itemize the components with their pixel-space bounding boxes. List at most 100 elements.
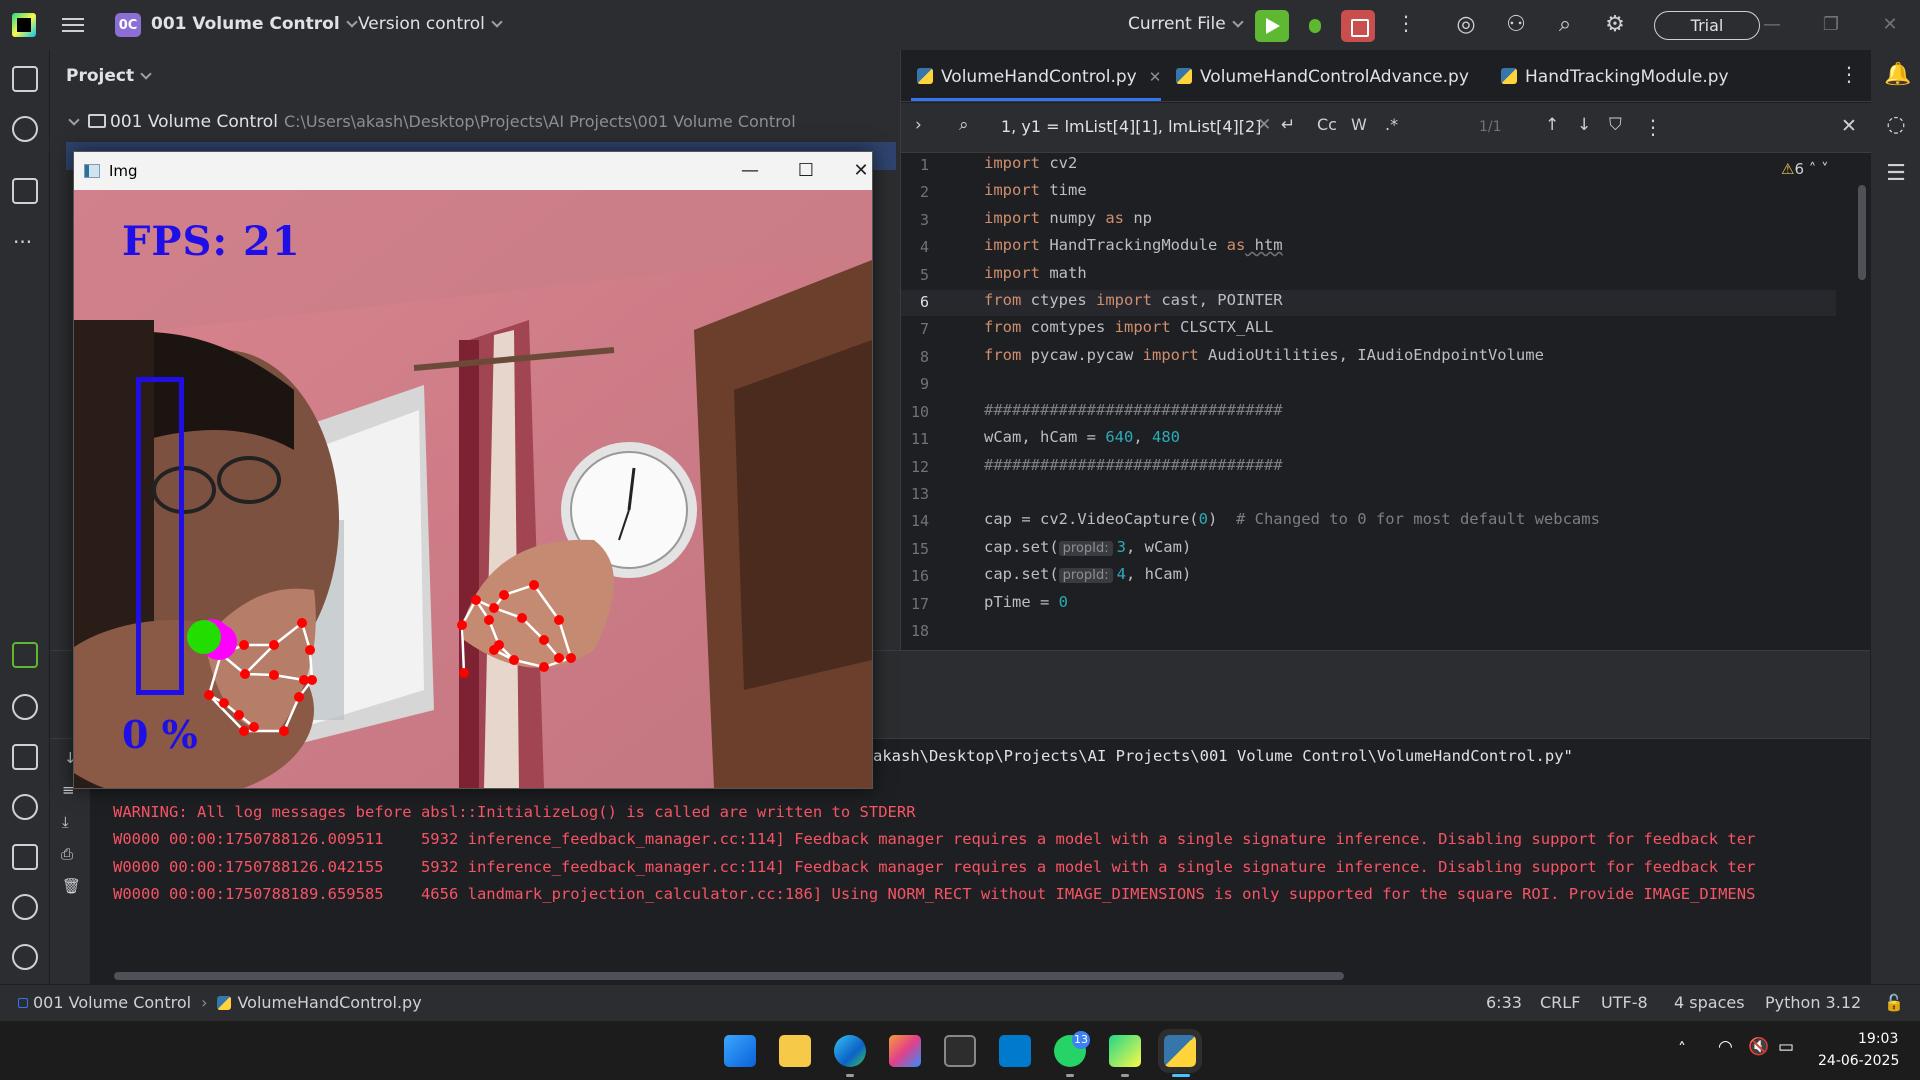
rerun-button[interactable] (1255, 10, 1289, 42)
whole-word-toggle[interactable]: W (1351, 115, 1367, 134)
clock-time[interactable]: 19:03 (1858, 1031, 1898, 1047)
pycharm-taskbar-icon[interactable] (1109, 1035, 1141, 1067)
editor-scrollbar[interactable] (1858, 185, 1866, 280)
run-config-selector[interactable]: Current File (1128, 14, 1244, 34)
trial-button[interactable]: Trial (1654, 11, 1760, 40)
volume-muted-icon[interactable]: 🔇 (1748, 1037, 1769, 1057)
tabs-more-icon[interactable] (1839, 62, 1859, 86)
project-switcher[interactable]: 001 Volume Control (151, 14, 358, 34)
chevron-down-icon (1232, 16, 1244, 28)
copilot-icon[interactable] (889, 1035, 921, 1067)
wifi-icon[interactable]: ◠ (1718, 1037, 1733, 1057)
minimize-icon[interactable]: — (1752, 10, 1792, 40)
vcs-menu[interactable]: Version control (358, 14, 503, 34)
file-explorer-icon[interactable] (779, 1035, 811, 1067)
commit-icon[interactable] (12, 116, 38, 142)
next-match-icon[interactable]: ↓ (1577, 115, 1591, 135)
tab-handtrackingmodule[interactable]: HandTrackingModule.py (1501, 66, 1729, 87)
database-icon[interactable]: ☰ (1884, 162, 1908, 186)
project-folder-icon[interactable] (12, 66, 38, 92)
close-icon[interactable]: ✕ (838, 156, 884, 186)
file-encoding[interactable]: UTF-8 (1601, 993, 1648, 1012)
problems-icon[interactable] (12, 894, 38, 920)
breadcrumb[interactable]: 001 Volume Control › VolumeHandControl.py (18, 993, 422, 1012)
run-tool-icon[interactable] (12, 642, 38, 668)
python-packages-icon[interactable] (12, 694, 38, 720)
git-icon[interactable] (12, 944, 38, 970)
trash-icon[interactable]: 🗑 (62, 877, 81, 895)
tab-volumehandcontrol[interactable]: VolumeHandControl.py ✕ (917, 66, 1161, 87)
more-actions-icon[interactable] (1396, 11, 1416, 35)
stop-button[interactable] (1341, 10, 1375, 42)
right-tool-strip: 🔔 ◌ ☰ (1870, 50, 1920, 984)
chevron-up-icon[interactable]: ˄ (1678, 1039, 1686, 1058)
ai-chat-icon[interactable]: ◌ (1884, 113, 1908, 137)
gear-icon[interactable]: ⚙ (1603, 13, 1627, 37)
close-tab-icon[interactable]: ✕ (1149, 68, 1162, 86)
services-icon[interactable] (12, 794, 38, 820)
search-history-icon[interactable]: ⌕ (959, 115, 969, 135)
tab-volumehandcontroladvance[interactable]: VolumeHandControlAdvance.py (1176, 66, 1469, 87)
restore-icon[interactable]: ❐ (1811, 10, 1851, 40)
img-window-title: Img (109, 162, 138, 180)
line-number: 14 (910, 512, 929, 530)
editor-tabs: VolumeHandControl.py ✕ VolumeHandControlA… (901, 50, 1871, 102)
filter-icon[interactable]: ⛉ (1609, 115, 1622, 135)
python-app-icon[interactable] (1158, 1029, 1202, 1073)
folder-icon (88, 114, 106, 128)
search-icon[interactable]: ⌕ (1553, 13, 1577, 37)
notification-badge: 13 (1072, 1031, 1090, 1049)
new-line-icon[interactable]: ↵ (1281, 115, 1295, 135)
active-tab-indicator (911, 98, 1161, 101)
project-view-selector[interactable]: Project (66, 66, 152, 86)
python-console-icon[interactable] (12, 744, 38, 770)
terminal-icon[interactable] (12, 844, 38, 870)
indent-setting[interactable]: 4 spaces (1674, 993, 1745, 1012)
clear-search-icon[interactable]: ✕ (1257, 115, 1271, 135)
edge-icon[interactable] (834, 1035, 866, 1067)
code-line: import numpy as np (984, 209, 1152, 227)
more-tools-icon[interactable]: ··· (13, 230, 32, 254)
chevron-down-icon[interactable]: ˅ (1821, 160, 1829, 178)
volume-bar (136, 377, 184, 695)
print-icon[interactable]: ⎙ (61, 845, 73, 863)
regex-toggle[interactable]: .* (1385, 115, 1398, 134)
warning-count: 6 (1794, 160, 1804, 178)
expand-replace-icon[interactable]: › (915, 115, 922, 135)
find-input[interactable]: 1, y1 = lmList[4][1], lmList[4][2] (1001, 117, 1261, 136)
lock-icon[interactable]: 🔓 (1884, 993, 1904, 1012)
chevron-down-icon[interactable] (68, 114, 80, 126)
interpreter-selector[interactable]: Python 3.12 (1765, 993, 1861, 1012)
terminal-app-icon[interactable] (944, 1035, 976, 1067)
img-window[interactable]: Img — ☐ ✕ FPS: 21 0 % (73, 151, 873, 789)
chevron-up-icon[interactable]: ˄ (1809, 160, 1817, 178)
match-case-toggle[interactable]: Cc (1317, 115, 1337, 134)
console-scrollbar[interactable] (114, 972, 1344, 980)
close-find-icon[interactable]: ✕ (1841, 115, 1857, 137)
img-window-titlebar[interactable]: Img — ☐ ✕ (74, 152, 872, 190)
debug-icon[interactable] (1303, 13, 1327, 37)
maximize-icon[interactable]: ☐ (783, 156, 829, 186)
scroll-to-end-icon[interactable]: ⤓ (62, 813, 69, 831)
clock-date[interactable]: 24-06-2025 (1818, 1053, 1899, 1069)
inspection-widget[interactable]: ⚠6 ˄ ˅ (1781, 160, 1829, 178)
battery-icon[interactable]: ▭ (1778, 1037, 1794, 1057)
find-more-icon[interactable] (1643, 115, 1663, 139)
line-number: 2 (919, 183, 929, 201)
main-menu-icon[interactable] (62, 14, 84, 36)
line-separator[interactable]: CRLF (1540, 993, 1580, 1012)
minimize-icon[interactable]: — (727, 156, 773, 186)
notifications-icon[interactable]: 🔔 (1884, 63, 1911, 87)
add-user-icon[interactable]: ⚇ (1504, 13, 1528, 37)
caret-position[interactable]: 6:33 (1486, 993, 1522, 1012)
previous-match-icon[interactable]: ↑ (1545, 115, 1559, 135)
windows-start-icon[interactable] (724, 1035, 756, 1067)
structure-icon[interactable] (12, 178, 38, 204)
vscode-icon[interactable] (999, 1035, 1031, 1067)
project-badge[interactable]: 0C (115, 13, 141, 37)
tree-root-folder[interactable]: 001 Volume Control C:\Users\akash\Desktop… (68, 112, 796, 132)
close-icon[interactable]: ✕ (1870, 10, 1910, 40)
ai-assistant-icon[interactable]: ◎ (1454, 13, 1478, 37)
pycharm-logo-icon[interactable] (12, 13, 36, 37)
line-number: 5 (919, 266, 929, 284)
